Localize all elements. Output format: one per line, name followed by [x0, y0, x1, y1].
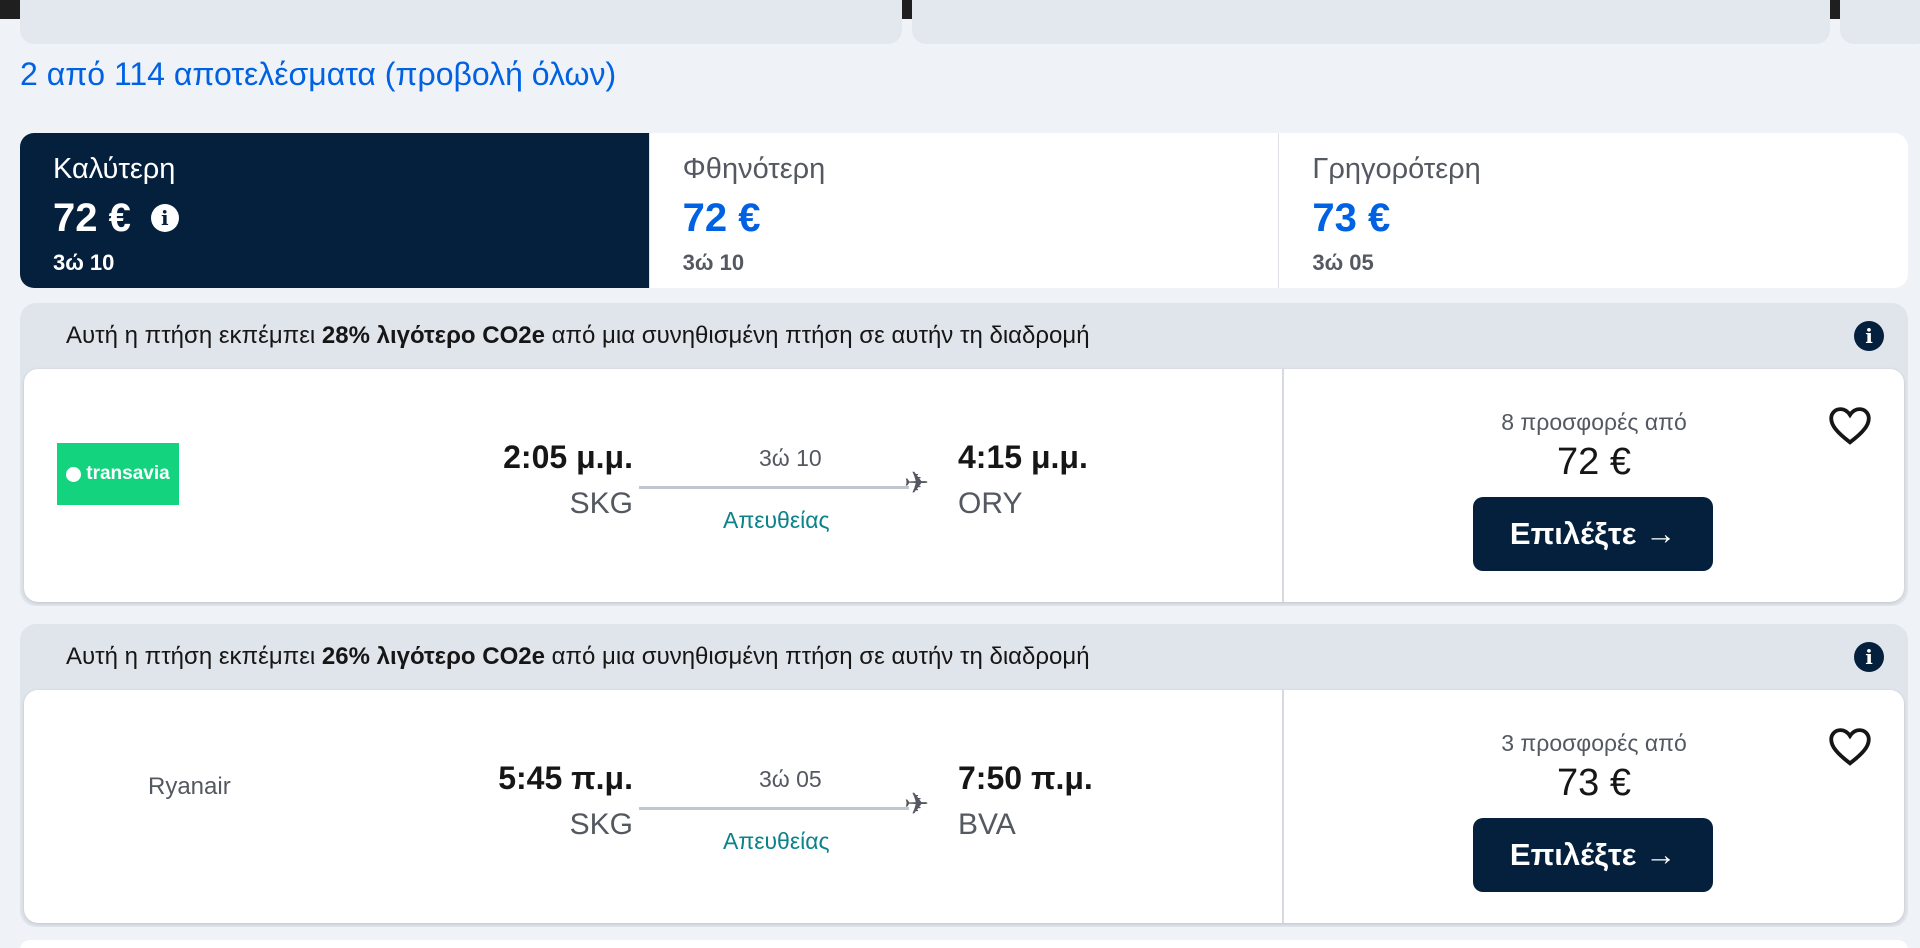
tab-cheapest-price: 72 € [682, 195, 761, 240]
departure-time: 5:45 π.μ. [498, 760, 633, 796]
eco-banner: Αυτή η πτήση εκπέμπει 28% λιγότερο CO2e … [20, 303, 1908, 369]
eco-text-prefix: Αυτή η πτήση εκπέμπει [66, 643, 322, 670]
stops-label: Απευθείας [723, 828, 830, 854]
deal-price: 73 € [1557, 762, 1631, 804]
tab-best-price-row: 72 € i [53, 194, 649, 242]
tab-fastest-price: 73 € [1312, 195, 1391, 240]
filter-pill-left[interactable] [20, 0, 902, 44]
arrival-time: 7:50 π.μ. [958, 760, 1093, 796]
plane-icon: ✈ [904, 788, 930, 821]
eco-text-highlight: 28% λιγότερο CO2e [321, 322, 545, 349]
flight-card-body[interactable]: Ryanair 5:45 π.μ. SKG 3ώ 05 ✈ Απευθείας … [24, 690, 1904, 923]
next-card-edge [20, 940, 1908, 948]
tab-best-label: Καλύτερη [53, 153, 176, 185]
select-button[interactable]: Επιλέξτε → [1473, 818, 1713, 892]
info-icon[interactable]: i [1854, 321, 1884, 351]
info-icon[interactable]: i [150, 204, 179, 232]
departure-airport: SKG [569, 487, 633, 520]
deals-count: 3 προσφορές από [1501, 730, 1687, 756]
heart-icon[interactable] [1827, 403, 1873, 449]
route-line [639, 807, 909, 810]
plane-icon: ✈ [904, 467, 930, 500]
card-divider [1282, 369, 1284, 602]
flight-duration: 3ώ 10 [759, 445, 822, 471]
arrival-time: 4:15 μ.μ. [958, 439, 1088, 475]
select-button[interactable]: Επιλέξτε → [1473, 497, 1713, 571]
tab-fastest[interactable]: Γρηγορότερη 73 € 3ώ 05 [1278, 133, 1908, 288]
flight-card: Αυτή η πτήση εκπέμπει 26% λιγότερο CO2e … [20, 624, 1908, 927]
transavia-logo-mark [66, 466, 82, 482]
arrival-airport: BVA [958, 808, 1016, 841]
tab-cheapest-label: Φθηνότερη [682, 153, 826, 185]
airline-name: Ryanair [148, 773, 231, 800]
route-line [639, 486, 909, 489]
eco-text: Αυτή η πτήση εκπέμπει 26% λιγότερο CO2e … [66, 643, 1090, 671]
tab-fastest-label: Γρηγορότερη [1312, 153, 1481, 185]
deals-count: 8 προσφορές από [1501, 409, 1687, 435]
eco-text-suffix: από μια συνηθισμένη πτήση σε αυτήν τη δι… [544, 322, 1090, 349]
sort-tabs: Καλύτερη 72 € i 3ώ 10 Φθηνότερη 72 € 3ώ … [20, 133, 1908, 288]
heart-icon[interactable] [1827, 724, 1873, 770]
eco-banner: Αυτή η πτήση εκπέμπει 26% λιγότερο CO2e … [20, 624, 1908, 690]
arrival-airport: ORY [958, 487, 1023, 520]
airline-logo-text: transavia [86, 463, 170, 484]
tab-fastest-duration: 3ώ 05 [1312, 250, 1374, 275]
info-icon[interactable]: i [1854, 642, 1884, 672]
deal-price: 72 € [1557, 441, 1631, 483]
tab-best-price: 72 € [53, 195, 131, 240]
stops-label: Απευθείας [723, 507, 830, 533]
eco-text-highlight: 26% λιγότερο CO2e [321, 643, 545, 670]
filter-pill-middle[interactable] [912, 0, 1830, 44]
tab-cheapest[interactable]: Φθηνότερη 72 € 3ώ 10 [648, 133, 1279, 288]
airline-logo-transavia: transavia [57, 443, 179, 505]
flight-card: Αυτή η πτήση εκπέμπει 28% λιγότερο CO2e … [20, 303, 1908, 606]
eco-text: Αυτή η πτήση εκπέμπει 28% λιγότερο CO2e … [66, 322, 1090, 350]
filter-pill-right[interactable] [1840, 0, 1920, 44]
eco-text-suffix: από μια συνηθισμένη πτήση σε αυτήν τη δι… [544, 643, 1090, 670]
tab-cheapest-duration: 3ώ 10 [682, 250, 745, 275]
flight-duration: 3ώ 05 [759, 766, 822, 792]
flight-card-body[interactable]: transavia 2:05 μ.μ. SKG 3ώ 10 ✈ Απευθεία… [24, 369, 1904, 602]
results-count-link[interactable]: 2 από 114 αποτελέσματα (προβολή όλων) [20, 56, 616, 93]
tab-best-duration: 3ώ 10 [53, 250, 115, 275]
card-divider [1282, 690, 1284, 923]
tab-best[interactable]: Καλύτερη 72 € i 3ώ 10 [20, 133, 649, 288]
departure-time: 2:05 μ.μ. [503, 439, 633, 475]
departure-airport: SKG [569, 808, 633, 841]
eco-text-prefix: Αυτή η πτήση εκπέμπει [66, 322, 322, 349]
